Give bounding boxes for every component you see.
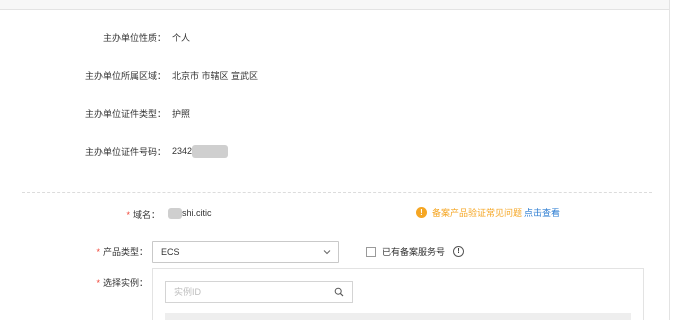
- domain-value: shi.citic: [168, 208, 212, 220]
- region-value: 北京市 市辖区 宣武区: [172, 71, 259, 81]
- redacted-block: [168, 208, 182, 220]
- id-number-label: 主办单位证件号码：: [84, 147, 166, 157]
- redacted-block: [192, 145, 229, 158]
- required-mark: *: [126, 210, 130, 220]
- org-type-value: 个人: [172, 33, 191, 43]
- id-type-label: 主办单位证件类型：: [84, 109, 166, 119]
- domain-value-text: shi.citic: [182, 208, 212, 218]
- instance-table-header: [165, 313, 631, 320]
- id-type-value: 护照: [172, 109, 191, 119]
- has-service-number-checkbox[interactable]: [366, 246, 376, 257]
- required-mark: *: [96, 278, 100, 288]
- product-type-selected: ECS: [161, 247, 180, 257]
- product-type-label: * 产品类型：: [0, 245, 148, 258]
- required-mark: *: [96, 247, 100, 257]
- right-frame-border: [669, 0, 670, 320]
- faq-text: 备案产品验证常见问题: [432, 208, 523, 218]
- search-icon[interactable]: [334, 287, 344, 297]
- select-instance-label-text: 选择实例：: [102, 278, 148, 288]
- domain-label-text: 域名：: [132, 210, 160, 220]
- warning-circle-icon: !: [416, 207, 427, 218]
- org-type-label: 主办单位性质：: [102, 33, 166, 43]
- id-number-value: 2342: [172, 145, 229, 158]
- region-label: 主办单位所属区域：: [84, 71, 166, 81]
- instance-search-input[interactable]: [174, 287, 324, 297]
- info-circle-icon[interactable]: !: [453, 246, 465, 257]
- id-number-text: 2342: [172, 145, 193, 156]
- domain-label: * 域名：: [0, 208, 160, 221]
- faq-notice: ! 备案产品验证常见问题 点击查看: [416, 206, 560, 219]
- instance-search-box[interactable]: [165, 281, 353, 303]
- product-type-select[interactable]: ECS: [152, 241, 339, 263]
- top-header-bar: [0, 0, 670, 10]
- select-instance-label: * 选择实例：: [0, 276, 148, 289]
- has-service-number-option[interactable]: 已有备案服务号 !: [366, 245, 465, 258]
- product-type-label-text: 产品类型：: [102, 247, 148, 257]
- chevron-down-icon: [323, 250, 331, 255]
- faq-view-link[interactable]: 点击查看: [524, 206, 560, 219]
- section-divider: [22, 192, 652, 193]
- has-service-number-label: 已有备案服务号: [382, 247, 446, 257]
